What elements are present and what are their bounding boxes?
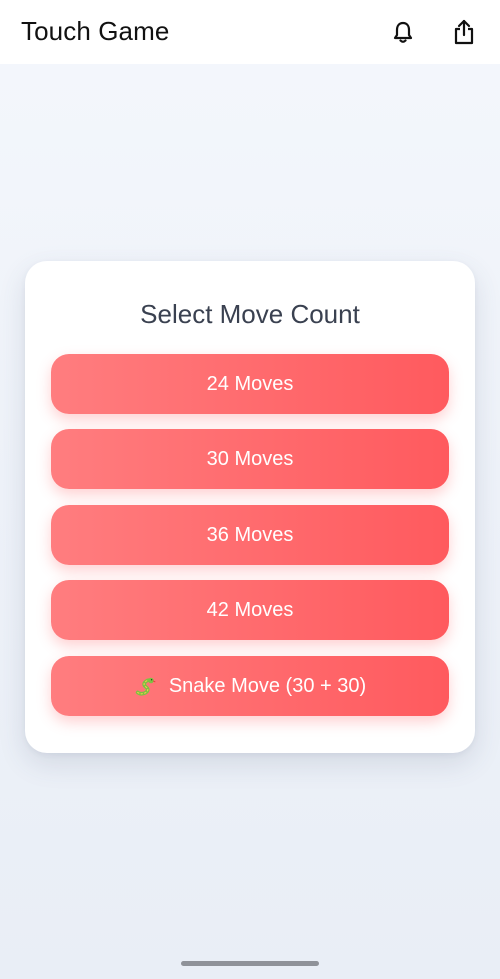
snake-icon (135, 677, 156, 696)
share-button[interactable] (446, 14, 482, 50)
app-bar: Touch Game (0, 0, 500, 64)
share-icon (454, 19, 474, 45)
home-indicator[interactable] (181, 961, 319, 966)
moves-36-button[interactable]: 36 Moves (51, 505, 449, 565)
moves-42-button[interactable]: 42 Moves (51, 580, 449, 640)
snake-move-button[interactable]: Snake Move (30 + 30) (51, 656, 449, 716)
moves-24-button[interactable]: 24 Moves (51, 354, 449, 414)
app-title: Touch Game (21, 16, 170, 46)
move-count-card: Select Move Count 24 Moves 30 Moves 36 M… (25, 261, 475, 753)
button-label: 42 Moves (206, 598, 294, 621)
button-label: 30 Moves (206, 447, 294, 470)
button-label: 36 Moves (206, 523, 294, 546)
moves-30-button[interactable]: 30 Moves (51, 429, 449, 489)
button-label: 24 Moves (206, 372, 294, 395)
card-title: Select Move Count (140, 299, 360, 329)
notifications-button[interactable] (385, 14, 421, 50)
button-label: Snake Move (30 + 30) (168, 674, 367, 697)
bell-icon (393, 21, 413, 43)
